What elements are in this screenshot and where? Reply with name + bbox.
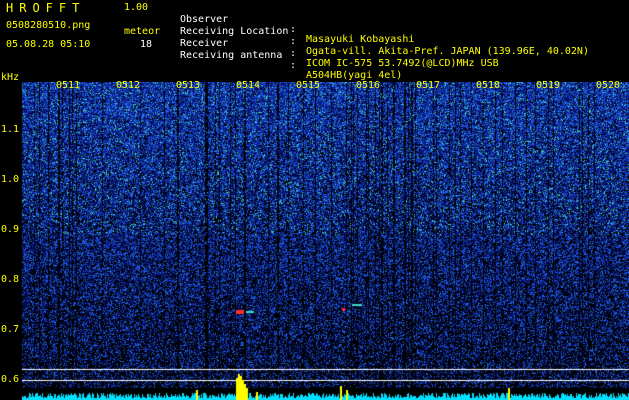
- time-label: 0517: [416, 80, 441, 91]
- receiver-value: ICOM IC-575 53.7492(@LCD)MHz USB: [306, 58, 499, 69]
- receiver-colon: :: [290, 48, 297, 59]
- meteor-label: meteor: [124, 26, 161, 37]
- hrofft-window: HROFFT 1.00 0508280510.png meteor 18 05.…: [0, 0, 629, 400]
- time-label: 0519: [536, 80, 561, 91]
- image-filename: 0508280510.png: [6, 20, 91, 31]
- antenna-value: A504HB(yagi 4el): [306, 70, 403, 81]
- antenna-colon: :: [290, 60, 297, 71]
- time-label: 0513: [176, 80, 201, 91]
- time-label: 0514: [236, 80, 261, 91]
- app-title: HROFFT: [6, 1, 86, 15]
- time-label: 0512: [116, 80, 141, 91]
- time-label: 0515: [296, 80, 321, 91]
- y-tick-label: 0.8: [1, 274, 20, 285]
- y-tick-label: 0.6: [1, 374, 20, 385]
- antenna-label: Receiving antenna: [180, 50, 283, 61]
- observation-datetime: 05.08.28 05:10: [6, 39, 91, 50]
- y-tick-label: 0.9: [1, 224, 20, 235]
- location-value: Ogata-vill. Akita-Pref. JAPAN (139.96E, …: [306, 46, 589, 57]
- y-tick-label: 1.0: [1, 174, 20, 185]
- spectrogram-plot: [0, 82, 629, 400]
- time-label: 0511: [56, 80, 81, 91]
- meteor-count: 18: [140, 39, 153, 50]
- y-tick-label: 1.1: [1, 124, 20, 135]
- time-label: 0516: [356, 80, 381, 91]
- observer-value: Masayuki Kobayashi: [306, 34, 415, 45]
- frequency-unit-label: kHz: [1, 72, 20, 83]
- version-number: 1.00: [124, 2, 149, 13]
- time-label: 0520: [596, 80, 621, 91]
- y-tick-label: 0.7: [1, 324, 20, 335]
- observer-colon: :: [290, 24, 297, 35]
- time-label: 0518: [476, 80, 501, 91]
- location-colon: :: [290, 36, 297, 47]
